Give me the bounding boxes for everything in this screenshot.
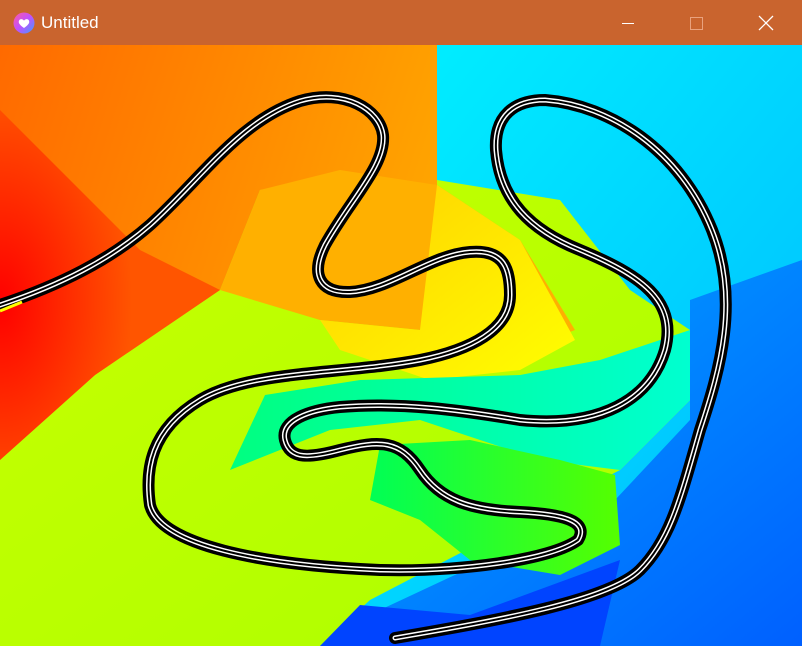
minimize-icon — [622, 22, 634, 24]
minimize-button[interactable] — [605, 0, 651, 45]
close-button[interactable] — [743, 0, 789, 45]
race-track-scene — [0, 45, 802, 646]
title-bar[interactable]: Untitled — [0, 0, 802, 45]
app-window: Untitled — [0, 0, 802, 646]
maximize-button[interactable] — [673, 0, 719, 45]
drawing-canvas[interactable] — [0, 45, 802, 646]
maximize-icon — [690, 16, 703, 30]
close-icon — [758, 15, 774, 30]
window-title: Untitled — [41, 13, 99, 32]
heart-app-icon — [13, 12, 35, 34]
